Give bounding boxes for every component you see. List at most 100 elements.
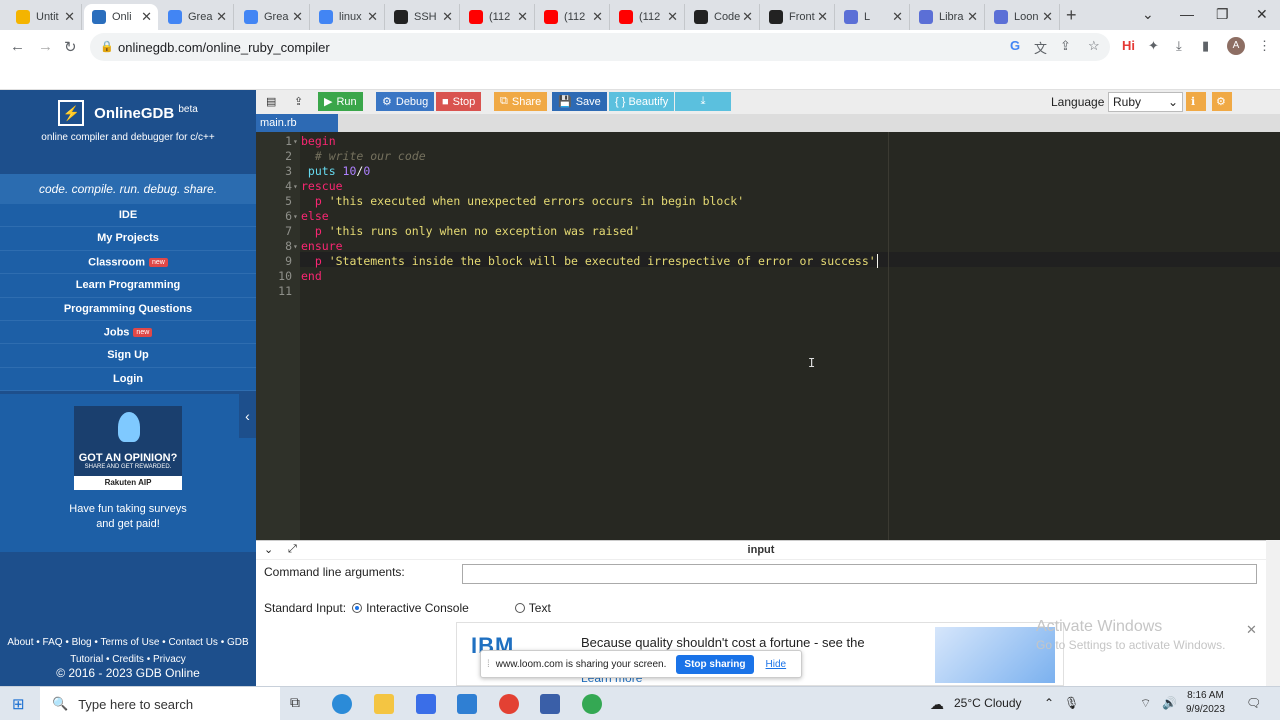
wifi-icon[interactable]: ⌔ — [1140, 696, 1151, 711]
beautify-button[interactable]: { } Beautify — [609, 92, 675, 111]
language-select[interactable]: Ruby ⌄ — [1108, 92, 1183, 112]
tab-close-icon[interactable]: ✕ — [442, 9, 453, 25]
task-view-icon[interactable]: ⧉ — [290, 694, 310, 714]
chrome-icon[interactable] — [499, 694, 519, 714]
upload-icon[interactable]: ⇪ — [288, 92, 309, 111]
download-code-button[interactable]: ⤓ — [675, 92, 731, 111]
browser-tab[interactable]: (112 ✕ — [536, 4, 610, 30]
share-page-icon[interactable]: ⇪ — [1060, 38, 1071, 54]
collapse-sidebar-button[interactable]: ‹ — [239, 394, 256, 438]
code-editor[interactable]: 1 ▾ 2 3 4 ▾ 5 6 ▾ 7 8 ▾ 9 10 11 begin # write our code… — [256, 132, 1280, 540]
tab-main-rb[interactable]: main.rb — [256, 114, 338, 132]
browser-tab[interactable]: Grea ✕ — [160, 4, 234, 30]
chrome-profile-icon[interactable] — [582, 694, 602, 714]
footer-links[interactable]: About • FAQ • Blog • Terms of Use • Cont… — [0, 634, 256, 668]
save-button[interactable]: 💾 Save — [552, 92, 607, 111]
clock[interactable]: 8:16 AM 9/9/2023 — [1186, 689, 1225, 717]
google-icon[interactable]: G — [1010, 38, 1020, 53]
browser-tab[interactable]: Code ✕ — [686, 4, 760, 30]
tab-close-icon[interactable]: ✕ — [817, 9, 828, 25]
calculator-icon[interactable] — [540, 694, 560, 714]
sidebar-item-classroom[interactable]: Classroom new — [0, 250, 256, 275]
translate-icon[interactable]: ⽂ — [1034, 38, 1047, 57]
profile-avatar[interactable]: A — [1227, 37, 1245, 55]
browser-tab[interactable]: Onli ✕ — [84, 4, 158, 30]
tab-close-icon[interactable]: ✕ — [367, 9, 378, 25]
stop-sharing-button[interactable]: Stop sharing — [676, 654, 754, 674]
browser-tab[interactable]: linux ✕ — [311, 4, 385, 30]
close-window-icon[interactable]: ✕ — [1256, 6, 1268, 23]
tab-close-icon[interactable]: ✕ — [64, 9, 75, 25]
brand-header[interactable]: ⚡ OnlineGDB beta online compiler and deb… — [0, 90, 256, 178]
browser-tab[interactable]: (112 ✕ — [611, 4, 685, 30]
share-button[interactable]: ⧉ Share — [494, 92, 548, 111]
tab-close-icon[interactable]: ✕ — [742, 9, 753, 25]
store-icon[interactable] — [416, 694, 436, 714]
tab-search-icon[interactable]: ⌄ — [1142, 6, 1154, 23]
sidebar-item-learn-programming[interactable]: Learn Programming — [0, 274, 256, 298]
tab-close-icon[interactable]: ✕ — [1042, 9, 1053, 25]
address-bar[interactable]: 🔒 onlinegdb.com/online_ruby_compiler — [90, 33, 1110, 61]
tab-close-icon[interactable]: ✕ — [292, 9, 303, 25]
taskbar-search[interactable]: 🔍 Type here to search — [40, 687, 280, 720]
browser-tab[interactable]: Grea ✕ — [236, 4, 310, 30]
maximize-icon[interactable]: ❐ — [1216, 6, 1229, 23]
forward-icon[interactable]: → — [38, 38, 53, 55]
file-explorer-icon[interactable] — [374, 694, 394, 714]
notifications-icon[interactable]: 🗨 — [1246, 696, 1261, 710]
hi-extension-icon[interactable]: Hi — [1122, 38, 1135, 53]
close-ad-icon[interactable]: ✕ — [1246, 622, 1257, 638]
sidebar-ad[interactable]: GOT AN OPINION? SHARE AND GET REWARDED. … — [0, 394, 256, 552]
microphone-icon[interactable]: 🎙 — [1064, 696, 1079, 710]
extensions-icon[interactable]: ✦ — [1148, 38, 1159, 54]
weather-text[interactable]: 25°C Cloudy — [954, 696, 1022, 710]
browser-tab[interactable]: L ✕ — [836, 4, 910, 30]
browser-tab[interactable]: SSH ✕ — [386, 4, 460, 30]
tab-close-icon[interactable]: ✕ — [892, 9, 903, 25]
browser-menu-icon[interactable]: ⋮ — [1258, 38, 1271, 54]
sidebar-item-login[interactable]: Login — [0, 367, 256, 392]
settings-gear-icon[interactable]: ⚙ — [1212, 92, 1232, 111]
tab-close-icon[interactable]: ✕ — [667, 9, 678, 25]
vertical-scrollbar[interactable] — [1266, 540, 1280, 686]
hide-button[interactable]: Hide — [766, 659, 787, 670]
debug-button[interactable]: ⚙ Debug — [376, 92, 435, 111]
edge-icon[interactable] — [332, 694, 352, 714]
reload-icon[interactable]: ↻ — [64, 38, 77, 56]
back-icon[interactable]: ← — [10, 38, 25, 55]
fold-arrow-icon[interactable]: ▾ — [293, 134, 298, 149]
drag-handle-icon[interactable]: ⁞ — [487, 659, 490, 670]
fold-arrow-icon[interactable]: ▾ — [293, 179, 298, 194]
sidebar-item-programming-questions[interactable]: Programming Questions — [0, 297, 256, 321]
download-icon[interactable]: ⤓ — [1176, 38, 1182, 54]
minimize-icon[interactable]: — — [1180, 6, 1194, 22]
radio-text[interactable] — [514, 603, 525, 613]
fold-arrow-icon[interactable]: ▾ — [293, 209, 298, 224]
cmd-args-input[interactable] — [462, 564, 1257, 584]
sidebar-item-jobs[interactable]: Jobs new — [0, 320, 256, 345]
browser-tab[interactable]: Libra ✕ — [911, 4, 985, 30]
new-file-icon[interactable]: ▤ — [260, 92, 282, 111]
tab-close-icon[interactable]: ✕ — [592, 9, 603, 25]
stop-button[interactable]: ■ Stop — [436, 92, 482, 111]
cloud-icon[interactable]: ☁ — [930, 696, 944, 713]
radio-interactive-console[interactable] — [352, 603, 363, 613]
tab-close-icon[interactable]: ✕ — [216, 9, 227, 25]
tab-close-icon[interactable]: ✕ — [141, 9, 152, 25]
tray-chevron-icon[interactable]: ⌃ — [1044, 696, 1054, 710]
sidebar-item-ide[interactable]: IDE — [0, 204, 256, 228]
volume-icon[interactable]: 🔊 — [1162, 696, 1177, 710]
run-button[interactable]: ▶ Run — [318, 92, 363, 111]
side-panel-icon[interactable]: ▮ — [1202, 38, 1209, 54]
sidebar-item-my-projects[interactable]: My Projects — [0, 227, 256, 251]
browser-tab[interactable]: (112 ✕ — [461, 4, 535, 30]
bookmark-star-icon[interactable]: ☆ — [1088, 38, 1100, 54]
browser-tab[interactable]: Untit ✕ — [8, 4, 82, 30]
sidebar-item-sign-up[interactable]: Sign Up — [0, 344, 256, 368]
browser-tab[interactable]: Loon ✕ — [986, 4, 1060, 30]
ad-banner[interactable]: GOT AN OPINION? SHARE AND GET REWARDED. … — [74, 406, 182, 490]
windows-start-icon[interactable]: ⊞ — [12, 695, 25, 713]
info-icon[interactable]: ℹ — [1186, 92, 1206, 111]
new-tab-button[interactable]: + — [1066, 5, 1077, 26]
fold-arrow-icon[interactable]: ▾ — [293, 239, 298, 254]
